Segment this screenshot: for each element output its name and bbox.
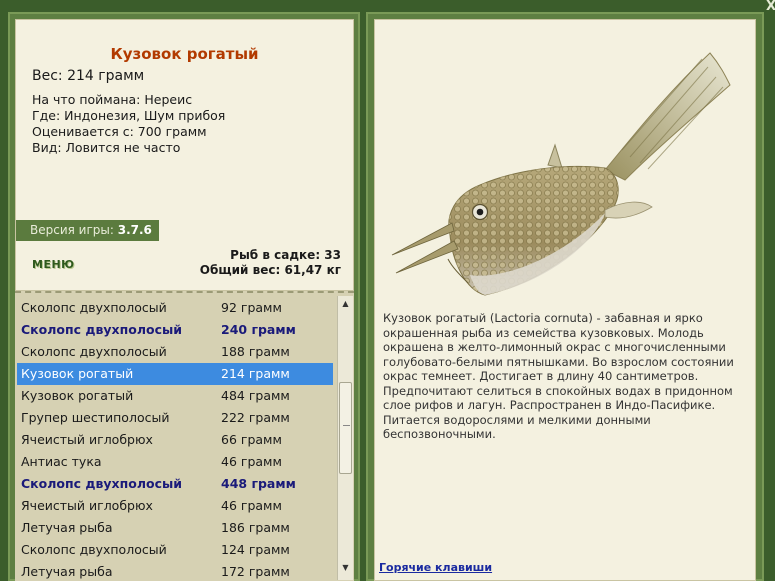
- catch-fish-weight: 186 грамм: [221, 520, 290, 535]
- catch-fish-weight: 484 грамм: [221, 388, 290, 403]
- catch-fish-name: Групер шестиполосый: [21, 410, 170, 425]
- version-badge: Версия игры: 3.7.6: [16, 220, 159, 241]
- detail-rarity: Вид: Ловится не часто: [32, 140, 181, 155]
- close-button[interactable]: X: [766, 0, 775, 14]
- catch-fish-name: Летучая рыба: [21, 520, 113, 535]
- catch-list[interactable]: Сколопс двухполосый 92 грамм Сколопс двухп…: [15, 291, 354, 581]
- hotkeys-link[interactable]: Горячие клавиши: [379, 561, 492, 574]
- total-weight: Общий вес: 61,47 кг: [199, 263, 341, 277]
- keep-net-count: Рыб в садке: 33: [230, 248, 341, 262]
- list-scrollbar[interactable]: ▲ ▼: [337, 296, 353, 580]
- fish-info-panel: Кузовок рогатый Вес: 214 грамм На что по…: [15, 19, 354, 291]
- catch-fish-weight: 92 грамм: [221, 300, 282, 315]
- scroll-thumb[interactable]: [339, 382, 352, 474]
- fish-detail-panel: Кузовок рогатый (Lactoria cornuta) - заб…: [374, 19, 756, 581]
- detail-value: Оценивается с: 700 грамм: [32, 124, 207, 139]
- catch-fish-name: Сколопс двухполосый: [21, 476, 183, 491]
- detail-location: Где: Индонезия, Шум прибоя: [32, 108, 226, 123]
- catch-fish-name: Летучая рыба: [21, 564, 113, 579]
- catch-fish-name: Сколопс двухполосый: [21, 300, 167, 315]
- catch-fish-name: Антиас тука: [21, 454, 102, 469]
- scroll-up-icon[interactable]: ▲: [338, 296, 353, 312]
- catch-list-row[interactable]: Ячеистый иглобрюх 66 грамм: [17, 429, 333, 451]
- version-value: 3.7.6: [117, 223, 152, 237]
- catch-fish-weight: 448 грамм: [221, 476, 296, 491]
- catch-fish-name: Сколопс двухполосый: [21, 344, 167, 359]
- catch-list-row[interactable]: Групер шестиполосый 222 грамм: [17, 407, 333, 429]
- detail-bait: На что поймана: Нереис: [32, 92, 193, 107]
- catch-fish-weight: 66 грамм: [221, 432, 282, 447]
- catch-list-row[interactable]: Кузовок рогатый 484 грамм: [17, 385, 333, 407]
- catch-fish-name: Ячеистый иглобрюх: [21, 498, 153, 513]
- catch-list-row[interactable]: Сколопс двухполосый 448 грамм: [17, 473, 333, 495]
- menu-button[interactable]: МЕНЮ: [32, 258, 75, 271]
- catch-fish-name: Ячеистый иглобрюх: [21, 432, 153, 447]
- catch-list-row[interactable]: Летучая рыба 172 грамм: [17, 561, 333, 581]
- catch-fish-weight: 214 грамм: [221, 366, 290, 381]
- catch-fish-name: Кузовок рогатый: [21, 388, 134, 403]
- catch-list-row[interactable]: Кузовок рогатый 214 грамм: [17, 363, 333, 385]
- catch-fish-weight: 240 грамм: [221, 322, 296, 337]
- catch-fish-weight: 172 грамм: [221, 564, 290, 579]
- catch-fish-weight: 46 грамм: [221, 498, 282, 513]
- fish-image: [391, 52, 731, 296]
- catch-list-row[interactable]: Летучая рыба 186 грамм: [17, 517, 333, 539]
- fish-title: Кузовок рогатый: [110, 45, 259, 63]
- catch-fish-weight: 124 грамм: [221, 542, 290, 557]
- catch-list-row[interactable]: Сколопс двухполосый 188 грамм: [17, 341, 333, 363]
- catch-fish-weight: 46 грамм: [221, 454, 282, 469]
- catch-list-row[interactable]: Сколопс двухполосый 240 грамм: [17, 319, 333, 341]
- catch-list-row[interactable]: Сколопс двухполосый 92 грамм: [17, 297, 333, 319]
- fish-description: Кузовок рогатый (Lactoria cornuta) - заб…: [383, 311, 734, 441]
- catch-fish-weight: 222 грамм: [221, 410, 290, 425]
- catch-fish-name: Сколопс двухполосый: [21, 322, 183, 337]
- version-label: Версия игры:: [30, 223, 114, 237]
- catch-list-row[interactable]: Сколопс двухполосый 124 грамм: [17, 539, 333, 561]
- catch-list-row[interactable]: Ячеистый иглобрюх 46 грамм: [17, 495, 333, 517]
- fish-weight: Вес: 214 грамм: [32, 68, 145, 84]
- catch-fish-name: Сколопс двухполосый: [21, 542, 167, 557]
- catch-list-row[interactable]: Антиас тука 46 грамм: [17, 451, 333, 473]
- catch-fish-weight: 188 грамм: [221, 344, 290, 359]
- catch-fish-name: Кузовок рогатый: [21, 366, 134, 381]
- scroll-down-icon[interactable]: ▼: [338, 560, 353, 576]
